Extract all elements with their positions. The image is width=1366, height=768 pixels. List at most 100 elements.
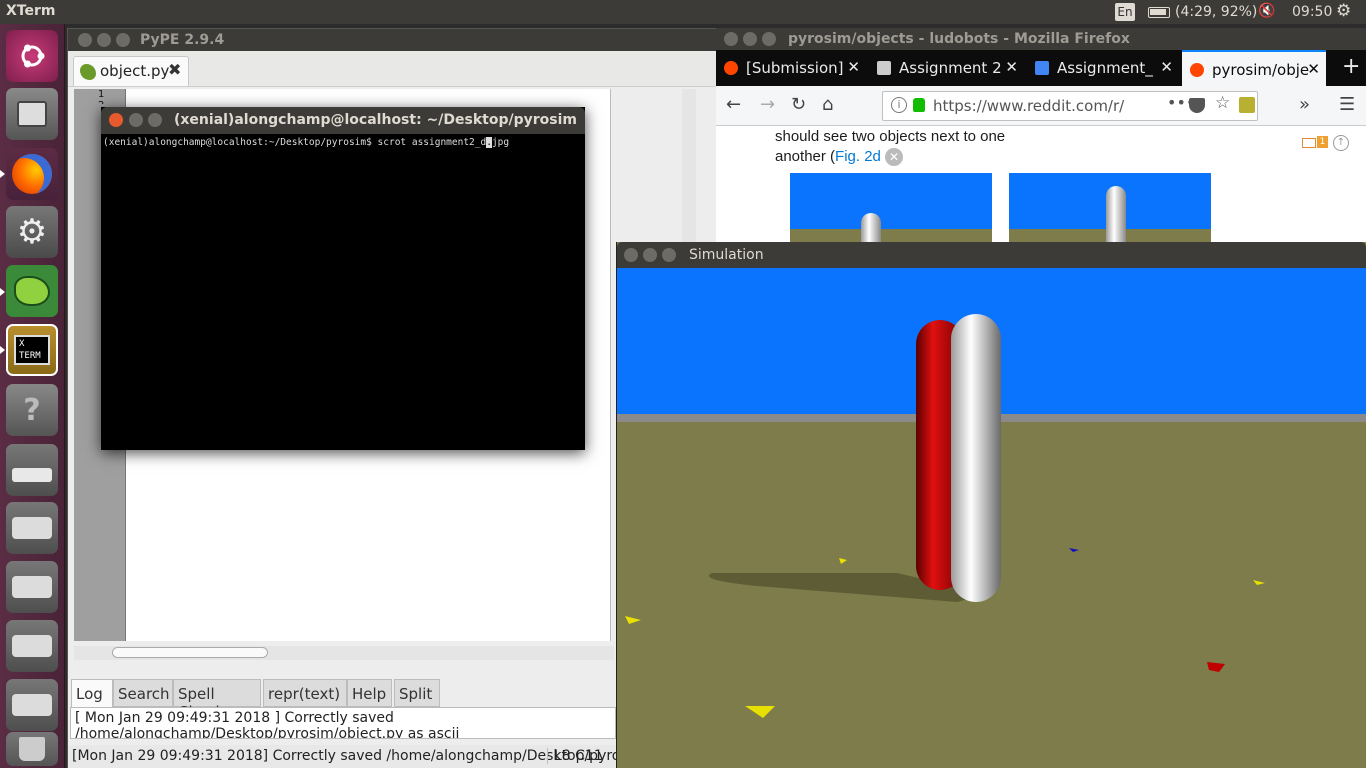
files-launcher-button[interactable] (6, 88, 58, 140)
close-button[interactable] (109, 113, 123, 127)
xterm-titlebar[interactable]: (xenial)alongchamp@localhost: ~/Desktop/… (101, 107, 585, 134)
hard-disk-icon (12, 635, 52, 657)
hamburger-menu-icon[interactable]: ☰ (1339, 94, 1355, 115)
trash-icon (19, 737, 45, 761)
browser-tab[interactable]: Assignment 2 ✕ (869, 50, 1024, 86)
browser-tab[interactable]: [Submission] ✕ (716, 50, 866, 86)
maximize-button[interactable] (762, 32, 776, 46)
tab-repr-text[interactable]: repr(text) (263, 679, 347, 707)
google-docs-favicon-icon (1035, 61, 1049, 75)
battery-icon[interactable] (1148, 7, 1170, 18)
lock-icon (913, 98, 925, 112)
pype-snake-icon (14, 276, 50, 306)
unity-launcher: ⚙ X TERM ? (0, 24, 65, 768)
clock[interactable]: 09:50 (1292, 4, 1332, 20)
navigation-toolbar: ← → ↻ ⌂ i https://www.reddit.com/r/ ••• … (716, 86, 1366, 126)
drive-launcher-button[interactable] (6, 561, 58, 613)
ubuntu-logo-icon (21, 44, 45, 68)
log-output[interactable]: [ Mon Jan 29 09:49:31 2018 ] Correctly s… (70, 707, 616, 739)
minimize-button[interactable] (129, 113, 143, 127)
drive-launcher-button[interactable] (6, 502, 58, 554)
document-tab-label: object.py (100, 62, 170, 80)
figure-link[interactable]: Fig. 2d (835, 148, 881, 165)
minimize-button[interactable] (643, 248, 657, 262)
bookmark-star-icon[interactable]: ☆ (1215, 93, 1230, 113)
volume-muted-icon[interactable]: 🔇 (1258, 3, 1275, 19)
url-bar[interactable]: i https://www.reddit.com/r/ ••• ☆ (882, 91, 1258, 121)
minimize-button[interactable] (743, 32, 757, 46)
tab-spell-check[interactable]: Spell Check (173, 679, 261, 721)
figure-thumbnail (790, 173, 992, 243)
overflow-chevron-icon[interactable]: » (1299, 94, 1310, 115)
article-line: should see two objects next to one (775, 128, 1006, 145)
close-button[interactable] (78, 33, 92, 47)
page-content: should see two objects next to one anoth… (716, 126, 1366, 243)
question-mark-icon: ? (23, 392, 41, 428)
browser-tab-active[interactable]: pyrosim/obje ✕ (1182, 50, 1326, 86)
info-icon[interactable]: i (891, 97, 907, 113)
forward-arrow-icon[interactable]: → (760, 94, 775, 115)
maximize-button[interactable] (662, 248, 676, 262)
close-tab-icon[interactable]: ✕ (1160, 58, 1173, 76)
scroll-up-icon[interactable]: ↑ (1333, 135, 1349, 151)
firefox-titlebar[interactable]: pyrosim/objects - ludobots - Mozilla Fir… (716, 28, 1366, 50)
maximize-button[interactable] (148, 113, 162, 127)
pocket-icon[interactable] (1189, 98, 1205, 113)
help-launcher-button[interactable]: ? (6, 384, 58, 436)
drive-launcher-button[interactable] (6, 620, 58, 672)
edge-column-marker (610, 89, 611, 641)
close-tab-icon[interactable]: ✖ (168, 60, 181, 79)
article-line: another ( (775, 148, 836, 165)
command-text: jpg (491, 137, 510, 148)
trash-launcher-button[interactable] (6, 732, 58, 766)
pype-launcher-button[interactable] (6, 265, 58, 317)
extension-icon[interactable] (1239, 97, 1255, 113)
horizontal-scrollbar[interactable] (74, 646, 614, 660)
reddit-favicon-icon (1190, 63, 1204, 77)
python-file-icon (80, 64, 96, 80)
scrollbar-thumb[interactable] (112, 647, 268, 658)
new-tab-icon[interactable]: + (1342, 54, 1360, 79)
tab-help[interactable]: Help (347, 679, 392, 707)
mail-icon[interactable] (1302, 138, 1316, 148)
keyboard-layout-indicator[interactable]: En (1115, 3, 1135, 21)
pype-titlebar[interactable]: PyPE 2.9.4 (68, 29, 716, 51)
browser-tab[interactable]: Assignment_ ✕ (1027, 50, 1179, 86)
close-tab-icon[interactable]: ✕ (1307, 60, 1320, 78)
reload-icon[interactable]: ↻ (791, 94, 806, 115)
ubuntu-dash-button[interactable] (6, 30, 58, 82)
settings-launcher-button[interactable]: ⚙ (6, 206, 58, 258)
close-button[interactable] (724, 32, 738, 46)
file-cabinet-icon (17, 101, 47, 127)
reddit-favicon-icon (724, 61, 738, 75)
browser-tabstrip: [Submission] ✕ Assignment 2 ✕ Assignment… (716, 50, 1366, 86)
settings-gear-icon: ⚙ (16, 212, 48, 252)
browser-tab-label: [Submission] (746, 59, 844, 77)
cursor-position: L8 C11 (547, 748, 603, 764)
close-tab-icon[interactable]: ✕ (847, 58, 860, 76)
firefox-window: pyrosim/objects - ludobots - Mozilla Fir… (716, 28, 1366, 243)
figure-thumbnail (1009, 173, 1211, 243)
tab-search[interactable]: Search (113, 679, 173, 707)
close-button[interactable] (624, 248, 638, 262)
browser-tab-label: Assignment 2 (899, 59, 1002, 77)
system-menu-gear-icon[interactable]: ⚙ (1336, 1, 1351, 21)
home-icon[interactable]: ⌂ (822, 94, 833, 115)
close-circle-icon[interactable]: ✕ (885, 148, 904, 167)
firefox-launcher-button[interactable] (6, 148, 58, 200)
hard-disk-icon (12, 576, 52, 598)
minimize-button[interactable] (97, 33, 111, 47)
terminal-output[interactable]: (xenial)alongchamp@localhost:~/Desktop/p… (103, 137, 583, 148)
firefox-icon (12, 154, 52, 194)
xterm-launcher-button[interactable]: X TERM (6, 324, 58, 376)
tab-log[interactable]: Log (71, 679, 113, 707)
simulation-titlebar[interactable]: Simulation (617, 242, 1366, 268)
maximize-button[interactable] (116, 33, 130, 47)
drive-launcher-button[interactable] (6, 679, 58, 731)
drive-launcher-button[interactable] (6, 444, 58, 496)
document-tab[interactable]: object.py ✖ (73, 56, 189, 86)
tab-split[interactable]: Split (394, 679, 440, 707)
close-tab-icon[interactable]: ✕ (1005, 58, 1018, 76)
simulation-viewport[interactable] (617, 268, 1366, 768)
back-arrow-icon[interactable]: ← (726, 94, 741, 115)
